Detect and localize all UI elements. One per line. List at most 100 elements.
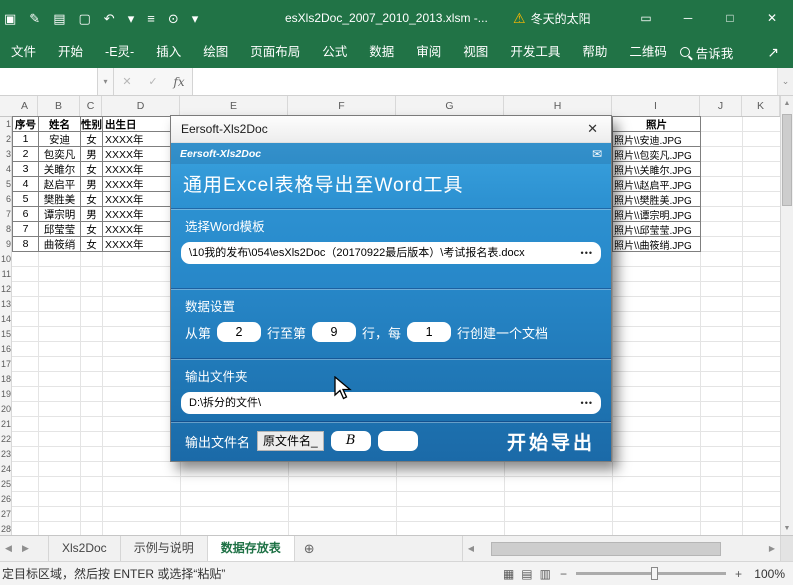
column-header-J[interactable]: J — [700, 96, 742, 116]
paste-icon[interactable]: ▤ — [53, 12, 65, 25]
column-header-F[interactable]: F — [288, 96, 396, 116]
sheet-tab-Xls2Doc[interactable]: Xls2Doc — [48, 535, 121, 562]
row-header-20[interactable]: 20 — [0, 402, 11, 417]
cell-name-row5[interactable]: 樊胜美 — [39, 192, 81, 207]
cell-num-row8[interactable]: 8 — [13, 237, 39, 252]
row-header-4[interactable]: 4 — [0, 162, 11, 177]
row-header-1[interactable]: 1 — [0, 117, 11, 132]
row-header-16[interactable]: 16 — [0, 342, 11, 357]
normal-view-icon[interactable]: ▦ — [503, 568, 514, 580]
formula-bar-expand-icon[interactable]: ⌄ — [777, 68, 793, 95]
row-header-9[interactable]: 9 — [0, 237, 11, 252]
row-header-5[interactable]: 5 — [0, 177, 11, 192]
save-icon[interactable]: ▣ — [4, 12, 16, 25]
ribbon-tab-绘图[interactable]: 绘图 — [192, 36, 239, 68]
cell-name-row2[interactable]: 包奕凡 — [39, 147, 81, 162]
zoom-in-icon[interactable]: + — [735, 567, 742, 581]
row-header-11[interactable]: 11 — [0, 267, 11, 282]
row-header-12[interactable]: 12 — [0, 282, 11, 297]
ribbon-display-options-icon[interactable]: ▭ — [625, 0, 667, 36]
close-button[interactable]: ✕ — [751, 0, 793, 36]
hscroll-right-icon[interactable]: ▶ — [764, 544, 780, 553]
output-folder-input[interactable]: D:\拆分的文件\ — [181, 392, 601, 414]
sheet-tab-示例与说明[interactable]: 示例与说明 — [121, 535, 208, 562]
cell-gender-row2[interactable]: 男 — [81, 147, 103, 162]
row-header-8[interactable]: 8 — [0, 222, 11, 237]
header-cell-gender[interactable]: 性别 — [81, 117, 103, 132]
cell-photo-row3[interactable]: 照片\\关雎尔.JPG — [613, 162, 701, 177]
cell-gender-row6[interactable]: 男 — [81, 207, 103, 222]
sheet-nav-left-icon[interactable]: ◀ — [0, 543, 17, 554]
page-layout-view-icon[interactable]: ▤ — [521, 568, 532, 580]
column-header-H[interactable]: H — [504, 96, 612, 116]
row-header-27[interactable]: 27 — [0, 507, 11, 522]
cell-name-row1[interactable]: 安迪 — [39, 132, 81, 147]
row-header-28[interactable]: 28 — [0, 522, 11, 535]
rows-per-doc-input[interactable]: 1 — [407, 322, 452, 342]
row-header-26[interactable]: 26 — [0, 492, 11, 507]
ribbon-tab-页面布局[interactable]: 页面布局 — [239, 36, 311, 68]
zoom-caret-icon[interactable]: ▾ — [192, 12, 199, 25]
vertical-scrollbar[interactable]: ▲ ▼ — [780, 96, 793, 535]
cell-photo-row7[interactable]: 照片\\邱莹莹.JPG — [613, 222, 701, 237]
menu-icon[interactable]: ≡ — [147, 12, 155, 25]
column-header-E[interactable]: E — [180, 96, 288, 116]
horizontal-scrollbar-thumb[interactable] — [491, 541, 721, 556]
row-header-13[interactable]: 13 — [0, 297, 11, 312]
dialog-title-bar[interactable]: Eersoft-Xls2Doc ✕ — [171, 116, 611, 143]
cell-gender-row3[interactable]: 女 — [81, 162, 103, 177]
cell-gender-row8[interactable]: 女 — [81, 237, 103, 252]
cell-num-row7[interactable]: 7 — [13, 222, 39, 237]
row-header-7[interactable]: 7 — [0, 207, 11, 222]
row-header-24[interactable]: 24 — [0, 462, 11, 477]
zoom-level[interactable]: 100% — [751, 567, 785, 581]
cell-name-row7[interactable]: 邱莹莹 — [39, 222, 81, 237]
name-box-caret-icon[interactable]: ▾ — [98, 68, 114, 95]
new-doc-icon[interactable]: ▢ — [79, 12, 91, 25]
ribbon-tab-帮助[interactable]: 帮助 — [571, 36, 618, 68]
cell-num-row3[interactable]: 3 — [13, 162, 39, 177]
ribbon-tab-开发工具[interactable]: 开发工具 — [499, 36, 571, 68]
undo-caret-icon[interactable]: ▾ — [128, 12, 135, 25]
template-path-input[interactable]: \10我的发布\054\esXls2Doc（20170922最后版本）\考试报名… — [181, 242, 601, 264]
suffix2-input[interactable] — [377, 431, 418, 451]
row-header-10[interactable]: 10 — [0, 252, 11, 267]
cell-photo-row5[interactable]: 照片\\樊胜美.JPG — [613, 192, 701, 207]
cell-photo-row2[interactable]: 照片\\包奕凡.JPG — [613, 147, 701, 162]
cell-photo-row6[interactable]: 照片\\谭宗明.JPG — [613, 207, 701, 222]
cell-name-row4[interactable]: 赵启平 — [39, 177, 81, 192]
ribbon-tab-文件[interactable]: 文件 — [0, 36, 47, 68]
dialog-close-icon[interactable]: ✕ — [584, 121, 601, 137]
cell-name-row3[interactable]: 关雎尔 — [39, 162, 81, 177]
cell-num-row1[interactable]: 1 — [13, 132, 39, 147]
add-sheet-icon[interactable]: ⊕ — [304, 541, 315, 557]
ribbon-tab--E灵-[interactable]: -E灵- — [94, 36, 145, 68]
zoom-out-icon[interactable]: − — [560, 567, 567, 581]
cell-gender-row7[interactable]: 女 — [81, 222, 103, 237]
cell-gender-row5[interactable]: 女 — [81, 192, 103, 207]
ribbon-tab-视图[interactable]: 视图 — [452, 36, 499, 68]
scroll-down-icon[interactable]: ▼ — [781, 521, 793, 535]
hscroll-track[interactable] — [479, 536, 764, 562]
browse-folder-button[interactable]: ••• — [581, 392, 593, 414]
cell-num-row2[interactable]: 2 — [13, 147, 39, 162]
row-header-14[interactable]: 14 — [0, 312, 11, 327]
cell-gender-row4[interactable]: 男 — [81, 177, 103, 192]
browse-template-button[interactable]: ••• — [581, 242, 593, 264]
tell-me[interactable]: 告诉我 — [679, 43, 733, 62]
row-header-23[interactable]: 23 — [0, 447, 11, 462]
header-cell-photo[interactable]: 照片 — [613, 117, 701, 132]
cancel-icon[interactable]: ✕ — [114, 75, 140, 88]
start-export-button[interactable]: 开始导出 — [507, 428, 595, 455]
column-header-K[interactable]: K — [742, 96, 780, 116]
sheet-nav-right-icon[interactable]: ▶ — [17, 543, 34, 554]
minimize-button[interactable]: ─ — [667, 0, 709, 36]
cell-photo-row8[interactable]: 照片\\曲筱绡.JPG — [613, 237, 701, 252]
zoom-slider-thumb[interactable] — [650, 567, 658, 580]
column-header-G[interactable]: G — [396, 96, 504, 116]
cell-name-row8[interactable]: 曲筱绡 — [39, 237, 81, 252]
scroll-up-icon[interactable]: ▲ — [781, 96, 793, 110]
row-header-6[interactable]: 6 — [0, 192, 11, 207]
cell-photo-row1[interactable]: 照片\\安迪.JPG — [613, 132, 701, 147]
column-header-C[interactable]: C — [80, 96, 102, 116]
